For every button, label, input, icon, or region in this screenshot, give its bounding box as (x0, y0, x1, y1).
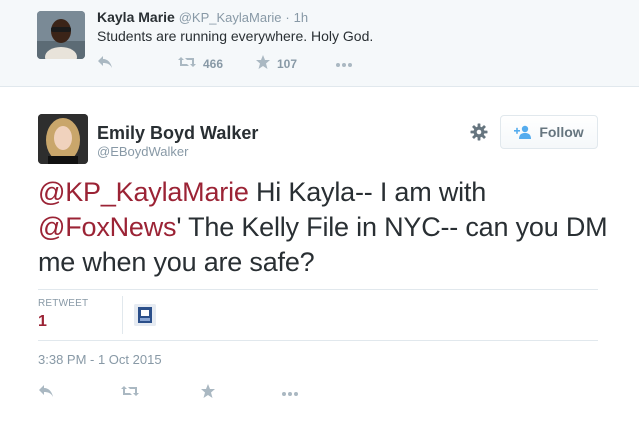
parent-more-button[interactable] (335, 55, 353, 73)
mention-kp-kaylamarie[interactable]: @KP_KaylaMarie (38, 177, 249, 207)
stats-divider (122, 296, 123, 334)
parent-author-handle[interactable]: @KP_KaylaMarie (179, 10, 282, 25)
tweet-timestamp[interactable]: 3:38 PM - 1 Oct 2015 (38, 352, 162, 367)
parent-retweet-count: 466 (203, 57, 224, 71)
tweet-actions (38, 383, 338, 404)
parent-tweet-time[interactable]: 1h (294, 10, 308, 25)
tweet-text: @KP_KaylaMarie Hi Kayla-- I am with @Fox… (38, 175, 618, 280)
parent-tweet-text: Students are running everywhere. Holy Go… (97, 28, 374, 44)
tweet-stats: RETWEET 1 (38, 289, 598, 341)
reply-icon (97, 55, 113, 74)
emily-avatar[interactable] (38, 114, 88, 164)
parent-tweet-actions: 466 107 (97, 54, 397, 75)
retweet-stat[interactable]: RETWEET 1 (38, 298, 88, 331)
parent-separator: · (285, 10, 290, 25)
favorite-icon (200, 383, 216, 404)
parent-retweet-button[interactable]: 466 (177, 55, 223, 73)
author-name[interactable]: Emily Boyd Walker (97, 123, 258, 144)
more-icon (335, 55, 353, 73)
more-button[interactable] (281, 384, 299, 402)
retweet-stat-label: RETWEET (38, 298, 89, 309)
more-icon (281, 384, 299, 402)
gear-icon (470, 123, 488, 146)
favorite-icon (255, 54, 271, 75)
reply-icon (38, 384, 54, 403)
mention-foxnews[interactable]: @FoxNews (38, 212, 177, 242)
retweet-stat-count: 1 (38, 313, 47, 330)
settings-gear-button[interactable] (468, 123, 490, 145)
retweeter-avatar[interactable] (134, 304, 156, 326)
parent-tweet[interactable]: Kayla Marie @KP_KaylaMarie · 1h Students… (0, 0, 639, 87)
follow-label: Follow (539, 124, 584, 140)
kayla-avatar[interactable] (37, 11, 85, 59)
follow-button[interactable]: Follow (500, 115, 598, 149)
parent-favorite-count: 107 (277, 57, 298, 71)
author-handle[interactable]: @EBoydWalker (97, 144, 188, 159)
reply-button[interactable] (38, 384, 54, 402)
retweet-icon (177, 55, 197, 74)
parent-favorite-button[interactable]: 107 (255, 54, 298, 75)
main-tweet: Emily Boyd Walker @EBoydWalker Follow @K… (0, 87, 639, 434)
follow-person-icon (514, 125, 532, 139)
retweet-icon (120, 384, 140, 403)
tweet-text-part-1: Hi Kayla-- I am with (248, 177, 487, 207)
parent-tweet-header: Kayla Marie @KP_KaylaMarie · 1h (97, 9, 308, 25)
favorite-button[interactable] (200, 383, 216, 404)
parent-reply-button[interactable] (97, 55, 113, 73)
parent-author-name[interactable]: Kayla Marie (97, 9, 175, 25)
retweet-button[interactable] (120, 384, 140, 402)
